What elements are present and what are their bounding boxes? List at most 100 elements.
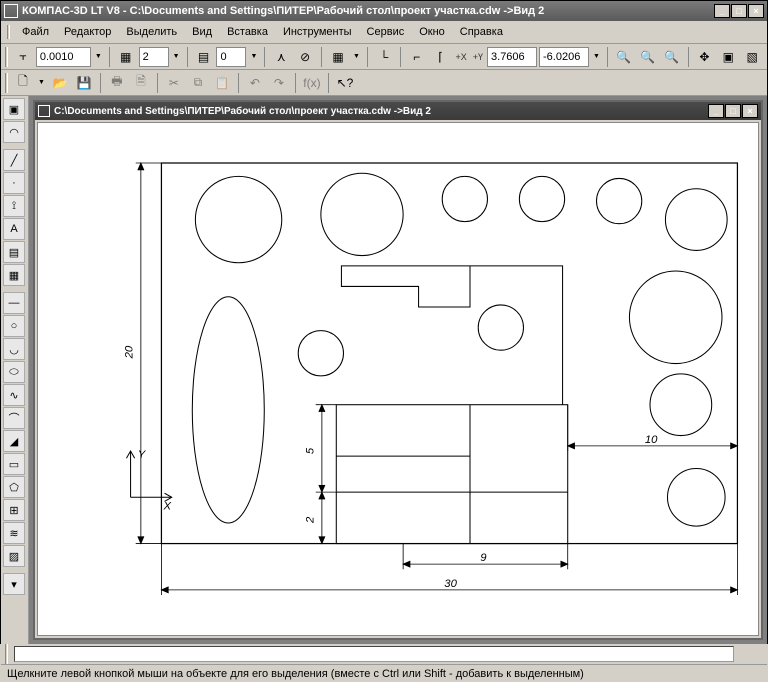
dropdown-icon[interactable]: ▼ xyxy=(248,53,259,60)
close-button[interactable]: × xyxy=(748,4,764,18)
cad-drawing: Y X 20 xyxy=(38,123,758,635)
minimize-button[interactable]: _ xyxy=(714,4,730,18)
pan-icon[interactable]: ✥ xyxy=(694,46,716,68)
menu-help[interactable]: Справка xyxy=(454,24,509,40)
polygon-tool-icon[interactable]: ⬠ xyxy=(3,476,25,498)
grip-icon xyxy=(5,73,8,93)
document-titlebar: C:\Documents and Settings\ПИТЕР\Рабочий … xyxy=(35,102,761,120)
document-title: C:\Documents and Settings\ПИТЕР\Рабочий … xyxy=(54,106,708,117)
separator xyxy=(367,47,368,67)
ucs-icon[interactable]: └ xyxy=(373,46,395,68)
workarea: ▣ ◠ ╱ · ⟟ А ▤ ▦ — ○ ◡ ⬭ ∿ ⌒ ◢ ▭ ⬠ ⊞ ≋ ▨ … xyxy=(1,96,767,644)
dropdown-icon[interactable]: ▼ xyxy=(591,53,602,60)
x-coord-input[interactable] xyxy=(487,47,537,67)
maximize-button[interactable]: □ xyxy=(731,4,747,18)
separator xyxy=(3,568,25,572)
point-tool-icon[interactable]: · xyxy=(3,172,25,194)
snap2-icon[interactable]: ⊘ xyxy=(294,46,316,68)
doc-maximize-button[interactable]: □ xyxy=(725,104,741,118)
main-titlebar: КОМПАС-3D LT V8 - C:\Documents and Setti… xyxy=(1,1,767,21)
more-icon[interactable]: ▾ xyxy=(3,573,25,595)
separator xyxy=(321,47,322,67)
zoom-out-icon[interactable]: 🔍 xyxy=(637,46,659,68)
zoom-fit-icon[interactable]: ▣ xyxy=(717,46,739,68)
layers-icon[interactable]: ▦ xyxy=(115,46,137,68)
preview-icon[interactable]: 🗎 xyxy=(130,72,152,94)
refresh-icon[interactable]: ▧ xyxy=(741,46,763,68)
x-label: +Х xyxy=(453,52,468,62)
separator xyxy=(3,144,25,148)
menu-highlight[interactable]: Выделить xyxy=(120,24,183,40)
hatch-tool-icon[interactable]: ▤ xyxy=(3,241,25,263)
cut-icon[interactable]: ✂ xyxy=(163,72,185,94)
line-tool-icon[interactable]: ╱ xyxy=(3,149,25,171)
menu-editor[interactable]: Редактор xyxy=(58,24,117,40)
separator xyxy=(295,73,296,93)
menu-insert[interactable]: Вставка xyxy=(221,24,274,40)
dim-30: 30 xyxy=(444,578,457,590)
help-cursor-icon[interactable]: ↖? xyxy=(334,72,356,94)
menu-file[interactable]: Файл xyxy=(16,24,55,40)
geometry-tool-icon[interactable]: ◠ xyxy=(3,121,25,143)
ellipse-tool-icon[interactable]: ⬭ xyxy=(3,361,25,383)
mdi-area: C:\Documents and Settings\ПИТЕР\Рабочий … xyxy=(29,96,767,644)
table-tool-icon[interactable]: ▦ xyxy=(3,264,25,286)
dropdown-icon[interactable]: ▼ xyxy=(36,79,47,86)
fillet-tool-icon[interactable]: ⌒ xyxy=(3,407,25,429)
separator xyxy=(100,73,101,93)
doc-minimize-button[interactable]: _ xyxy=(708,104,724,118)
new-icon[interactable]: 🗋 xyxy=(12,72,34,94)
rect-tool-icon[interactable]: ▭ xyxy=(3,453,25,475)
toolbar-properties: ⫟ ▼ ▦ ▼ ▤ ▼ ⋏ ⊘ ▦ ▼ └ ⌐ ⌈ +Х +Ү ▼ 🔍 🔍 🔍 … xyxy=(1,44,767,70)
zoom-in-icon[interactable]: 🔍 xyxy=(613,46,635,68)
snap-icon[interactable]: ⫟ xyxy=(12,46,34,68)
save-icon[interactable]: 💾 xyxy=(73,72,95,94)
command-input[interactable] xyxy=(14,646,734,662)
menu-tools[interactable]: Инструменты xyxy=(277,24,358,40)
chamfer-tool-icon[interactable]: ◢ xyxy=(3,430,25,452)
panel-row xyxy=(1,644,767,664)
copy-icon[interactable]: ⧉ xyxy=(187,72,209,94)
group-icon[interactable]: ▤ xyxy=(193,46,215,68)
app-title: КОМПАС-3D LT V8 - C:\Documents and Setti… xyxy=(22,5,714,17)
y-coord-input[interactable] xyxy=(539,47,589,67)
snap1-icon[interactable]: ⋏ xyxy=(270,46,292,68)
separator xyxy=(3,287,25,291)
step-input[interactable] xyxy=(36,47,91,67)
dim-2: 2 xyxy=(305,516,317,524)
open-icon[interactable]: 📂 xyxy=(49,72,71,94)
redo-icon[interactable]: ↷ xyxy=(268,72,290,94)
group-input[interactable] xyxy=(216,47,246,67)
spline-tool-icon[interactable]: ∿ xyxy=(3,384,25,406)
paste-icon[interactable]: 📋 xyxy=(211,72,233,94)
document-window: C:\Documents and Settings\ПИТЕР\Рабочий … xyxy=(33,100,763,640)
circle-tool-icon[interactable]: ○ xyxy=(3,315,25,337)
doc-close-button[interactable]: × xyxy=(742,104,758,118)
menu-service[interactable]: Сервис xyxy=(361,24,411,40)
text-tool-icon[interactable]: А xyxy=(3,218,25,240)
zoom-window-icon[interactable]: 🔍 xyxy=(661,46,683,68)
seg-tool-icon[interactable]: — xyxy=(3,292,25,314)
dropdown-icon[interactable]: ▼ xyxy=(171,53,182,60)
measure-tool-icon[interactable]: ⟟ xyxy=(3,195,25,217)
undo-icon[interactable]: ↶ xyxy=(244,72,266,94)
fx-icon[interactable]: f(x) xyxy=(301,72,323,94)
status-hint: Щелкните левой кнопкой мыши на объекте д… xyxy=(7,668,584,680)
hatch2-tool-icon[interactable]: ▨ xyxy=(3,545,25,567)
separator xyxy=(264,47,265,67)
grid-icon[interactable]: ▦ xyxy=(327,46,349,68)
print-icon[interactable]: 🖶 xyxy=(106,72,128,94)
menu-view[interactable]: Вид xyxy=(186,24,218,40)
arc-tool-icon[interactable]: ◡ xyxy=(3,338,25,360)
layer-input[interactable] xyxy=(139,47,169,67)
axis-x-label: X xyxy=(162,501,171,513)
round-icon[interactable]: ⌈ xyxy=(430,46,452,68)
dropdown-icon[interactable]: ▼ xyxy=(351,53,362,60)
drawing-canvas[interactable]: Y X 20 xyxy=(37,122,759,636)
select-tool-icon[interactable]: ▣ xyxy=(3,98,25,120)
menu-window[interactable]: Окно xyxy=(413,24,451,40)
ortho-icon[interactable]: ⌐ xyxy=(406,46,428,68)
collect-tool-icon[interactable]: ⊞ xyxy=(3,499,25,521)
dropdown-icon[interactable]: ▼ xyxy=(93,53,104,60)
equid-tool-icon[interactable]: ≋ xyxy=(3,522,25,544)
